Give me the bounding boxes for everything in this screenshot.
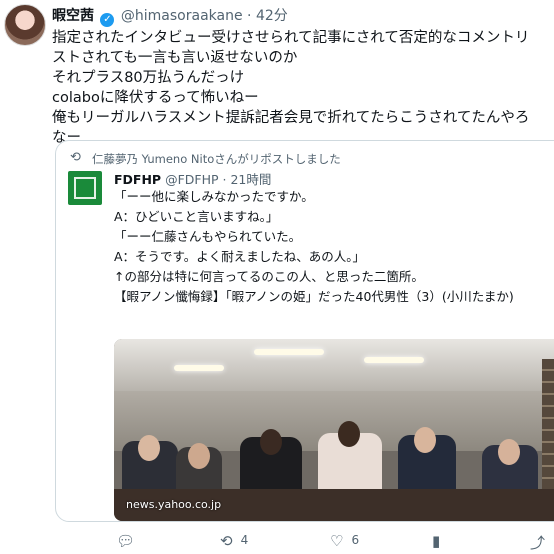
quoted-text-line: 「ーー他に楽しみなかったですか。 <box>114 189 314 204</box>
tweet-header: 暇空茜 ✓ @himasoraakane · 42分 <box>52 6 288 27</box>
retweet-icon: ⟲ <box>220 532 233 550</box>
heart-icon: ♡ <box>330 532 344 550</box>
tweet-text-line: ストされても一言も言い返せないのか <box>52 50 298 66</box>
retweet-icon: ⟲ <box>70 150 81 165</box>
repost-text: 仁藤夢乃 Yumeno Nitoさんがリポストしました <box>92 152 341 166</box>
like-count: 6 <box>351 533 360 547</box>
analytics-button[interactable]: ▮ <box>432 532 448 550</box>
separator-dot: · <box>247 8 252 24</box>
quoted-tweet-card[interactable]: ⟲ 仁藤夢乃 Yumeno Nitoさんがリポストしました FDFHP @FDF… <box>55 140 554 522</box>
repost-indicator[interactable]: ⟲ 仁藤夢乃 Yumeno Nitoさんがリポストしました <box>70 150 341 167</box>
retweet-count: 4 <box>240 533 249 547</box>
quoted-display-name[interactable]: FDFHP <box>114 172 161 187</box>
quoted-text-line: A：ひどいこと言いますね。」 <box>114 209 279 224</box>
verified-badge-icon: ✓ <box>100 13 115 27</box>
tweet-text: 指定されたインタビュー受けさせられて記事にされて否定的なコメントリ ストされても… <box>52 28 552 148</box>
quoted-tweet-header: FDFHP @FDFHP · 21時間 <box>114 169 271 188</box>
person-head <box>498 439 520 465</box>
ceiling-light <box>174 365 224 371</box>
reply-icon: 💬︎ <box>116 532 136 550</box>
reply-button[interactable]: 💬︎ <box>116 532 143 550</box>
photo-watermark: news.yahoo.co.jp <box>126 498 222 511</box>
quoted-text-line: 「ーー仁藤さんもやられていた。 <box>114 229 302 244</box>
tweet-timestamp[interactable]: 42分 <box>256 8 288 24</box>
user-avatar[interactable] <box>4 4 46 46</box>
share-button[interactable]: ⤴ <box>530 532 553 553</box>
quoted-tweet-text: 「ーー他に楽しみなかったですか。 A：ひどいこと言いますね。」「ーー仁藤さんもやら… <box>114 187 514 307</box>
display-name[interactable]: 暇空茜 <box>52 8 94 24</box>
like-button[interactable]: ♡ 6 <box>330 532 359 550</box>
person-head <box>338 421 360 447</box>
tweet-text-line: それプラス80万払うんだっけ <box>52 70 245 86</box>
tweet-text-line: colaboに降伏するって怖いねー <box>52 90 259 106</box>
ceiling-light <box>254 349 324 355</box>
person-head <box>188 443 210 469</box>
person-head <box>260 429 282 455</box>
quoted-text-line: A：そうです。よく耐えましたね、あの人。」 <box>114 249 366 264</box>
separator-dot: · <box>222 172 227 187</box>
quoted-handle[interactable]: @FDFHP <box>165 172 218 187</box>
press-conference-photo[interactable]: news.yahoo.co.jp <box>114 339 554 521</box>
bookshelf <box>542 359 554 509</box>
person-head <box>414 427 436 453</box>
tweet-text-line: 俺もリーガルハラスメント提訴記者会見で折れてたらこうされてたんやろ <box>52 110 530 126</box>
tweet-text-line: 指定されたインタビュー受けさせられて記事にされて否定的なコメントリ <box>52 30 530 46</box>
fdfhp-avatar[interactable] <box>68 171 102 205</box>
ceiling-light <box>364 357 424 363</box>
quoted-timestamp[interactable]: 21時間 <box>230 172 271 187</box>
tweet-action-bar: 💬︎ ⟲ 4 ♡ 6 ▮ ⤴ <box>0 526 554 554</box>
person-head <box>138 435 160 461</box>
user-handle[interactable]: @himasoraakane <box>121 8 243 24</box>
analytics-icon: ▮ <box>432 532 441 550</box>
retweet-button[interactable]: ⟲ 4 <box>220 532 248 550</box>
quoted-text-line: 【暇アノン懺悔録】「暇アノンの姫」だった40代男性（3）(小川たまか) <box>114 289 514 304</box>
share-icon: ⤴ <box>530 534 546 552</box>
quoted-text-line: ↑の部分は特に何言ってるのこの人、と思った二箇所。 <box>114 269 424 284</box>
